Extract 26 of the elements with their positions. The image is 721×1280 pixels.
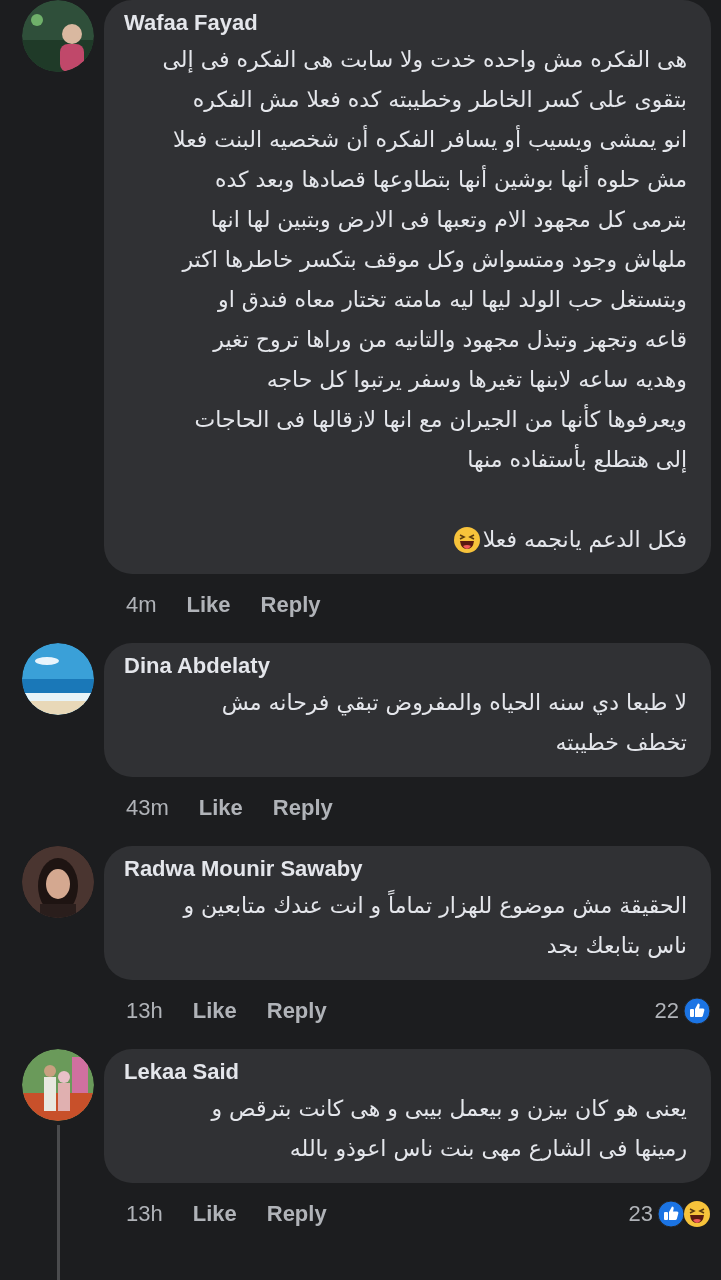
reply-link[interactable]: Reply [266,994,327,1027]
laughing-reaction-icon [683,1199,711,1228]
like-link[interactable]: Like [186,588,231,621]
comment-time: 13h [126,1200,163,1228]
like-reaction-icon [657,1199,685,1228]
like-link[interactable]: Like [198,791,243,824]
comment-author[interactable]: Dina Abdelaty [124,651,687,681]
comment-text: هى الفكره مش واحده خدت ولا سابت هى الفكره فى إلى بتقوى على كسر الخاطر وخطيبته كده فعلا مش الفكره انو يمشى ويسيب أو يسافر الفكره أن شخصيه البنت فعلا مش حلوه أنها بوشين أنها بتطاوعها قصادها وبعد كده بترمى كل مجهود الام وتعبها فى الارض وبتبين لها انها ملهاش وجود ومتسواش وكل موقف بتكسر خاطرها اكتر وبتستغل حب الولد ليها ليه مامته تختار معاه فندق او قاعه وتجهز وتبذل مجهود والتانيه من وراها تروح تغير وهديه ساعه لابنها تغيرها وسفر يرتبوا كل حاجه ويعرفوها كأنها من الجيران مع انها لازقالها فى الحاجات إلى هتطلع بأستفاده منها [162,46,687,475]
comment-text: يعنى هو كان بيزن و بيعمل بيبى و هى كانت بترقص و رمينها فى الشارع مهى بنت ناس اعوذو بالله [211,1095,687,1163]
like-reaction-icon [683,996,711,1025]
reaction-count: 22 [654,997,679,1025]
comment-author[interactable]: Radwa Mounir Sawaby [124,854,687,884]
reply-link[interactable]: Reply [272,791,333,824]
like-link[interactable]: Like [192,994,237,1027]
comment-time: 13h [126,997,163,1025]
comment-author[interactable]: Wafaa Fayad [124,8,687,38]
comment-time: 43m [126,794,169,822]
comment-time: 4m [126,591,157,619]
comment-text: لا طبعا دي سنه الحياه والمفروض تبقي فرحانه مش تخطف خطيبته [221,689,687,757]
reaction-count: 23 [628,1200,653,1228]
like-link[interactable]: Like [192,1197,237,1230]
comment-text: الحقيقة مش موضوع للهزار تماماً و انت عندك متابعين و ناس بتابعك بجد [183,886,687,966]
reply-link[interactable]: Reply [260,588,321,621]
comment-text: فكل الدعم يانجمه فعلا [482,526,687,555]
comment-author[interactable]: Lekaa Said [124,1057,687,1087]
reply-link[interactable]: Reply [266,1197,327,1230]
